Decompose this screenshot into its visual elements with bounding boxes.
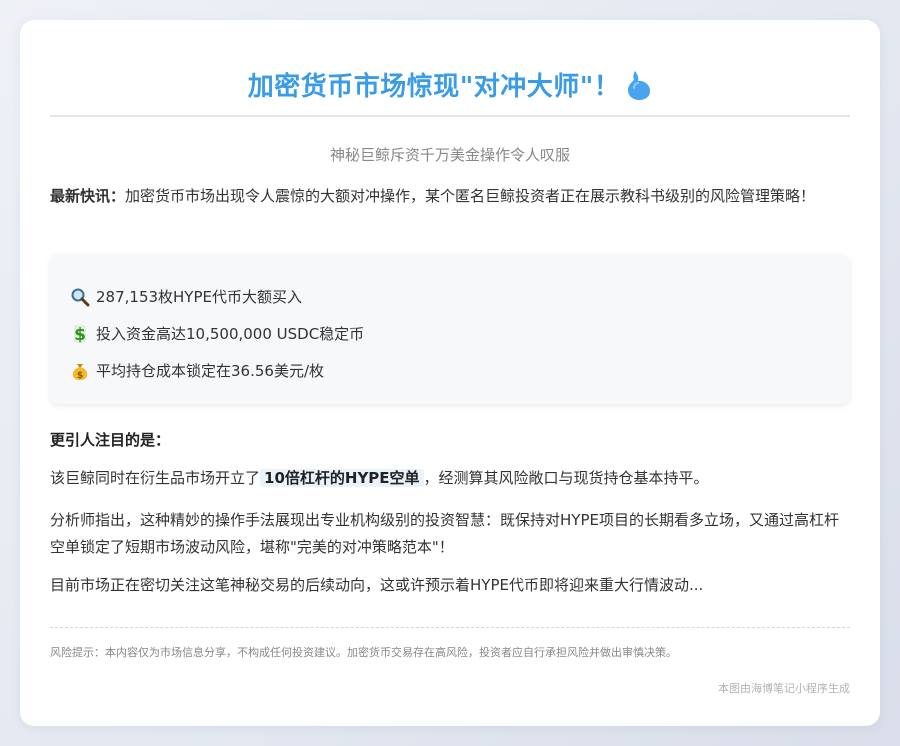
risk-disclaimer: 风险提示：本内容仅为市场信息分享，不构成任何投资建议。加密货币交易存在高风险，投… <box>50 646 677 659</box>
fact-item: $ 平均持仓成本锁定在36.56美元/枚 <box>70 352 830 389</box>
paragraph-analysis: 分析师指出，这种精妙的操作手法展现出专业机构级别的投资智慧：既保持对HYPE项目… <box>50 511 839 556</box>
paragraph-text: 该巨鲸同时在衍生品市场开立了 <box>50 469 261 487</box>
paragraph-outlook: 目前市场正在密切关注这笔神秘交易的后续动向，这或许预示着HYPE代币即将迎来重大… <box>50 576 704 594</box>
lead-paragraph: 最新快讯：加密货币市场出现令人震惊的大额对冲操作，某个匿名巨鲸投资者正在展示教科… <box>50 183 850 209</box>
key-facts-box: 287,153枚HYPE代币大额买入 $ 投入资金高达10,500,000 US… <box>50 254 850 404</box>
divider <box>50 627 850 628</box>
magnifier-icon <box>70 287 90 307</box>
fact-item: 287,153枚HYPE代币大额买入 <box>70 278 830 315</box>
svg-text:$: $ <box>77 371 83 381</box>
paragraph-text: ，经测算其风险敞口与现货持仓基本持平。 <box>423 469 709 487</box>
title-bar: 加密货币市场惊现"对冲大师"！ <box>50 67 850 117</box>
fact-text: 平均持仓成本锁定在36.56美元/枚 <box>96 361 324 380</box>
page-subtitle: 神秘巨鲸斥资千万美金操作令人叹服 <box>329 146 570 164</box>
highlight-text: 10倍杠杆的HYPE空单 <box>260 469 424 487</box>
money-bag-icon: $ <box>70 361 90 381</box>
lead-label: 最新快讯： <box>50 187 126 205</box>
generator-footer: 本图由海博笔记小程序生成 <box>718 682 850 695</box>
page-title: 加密货币市场惊现"对冲大师"！ <box>247 72 621 102</box>
fact-text: 287,153枚HYPE代币大额买入 <box>96 287 302 306</box>
paragraph-short-position: 该巨鲸同时在衍生品市场开立了 10倍杠杆的HYPE空单 ，经测算其风险敞口与现货持仓… <box>50 465 850 492</box>
dollar-icon: $ <box>70 324 90 345</box>
lead-text: 加密货币市场出现令人震惊的大额对冲操作，某个匿名巨鲸投资者正在展示教科书级别的风… <box>125 187 816 205</box>
fact-text: 投入资金高达10,500,000 USDC稳定币 <box>96 324 365 343</box>
svg-text:$: $ <box>74 325 86 344</box>
fact-item: $ 投入资金高达10,500,000 USDC稳定币 <box>70 315 830 352</box>
section-heading: 更引人注目的是： <box>50 431 171 449</box>
article-card: 加密货币市场惊现"对冲大师"！ 神秘巨鲸斥资千万美金操作令人叹服 最新快讯：加密… <box>20 20 880 726</box>
drop-icon <box>626 69 652 101</box>
